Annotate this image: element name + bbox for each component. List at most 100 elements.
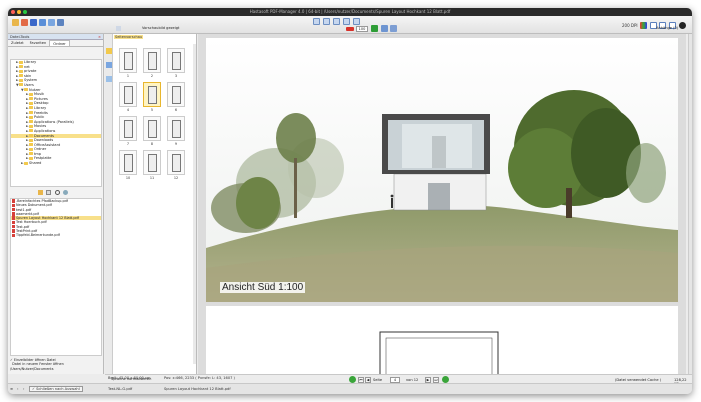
actual-size-icon[interactable]: [333, 18, 340, 25]
zoom-in-icon[interactable]: [371, 25, 378, 32]
folder-icon: [29, 129, 33, 133]
traffic-minimize[interactable]: [17, 10, 21, 14]
rotate-left-icon[interactable]: [343, 18, 350, 25]
zoom-out-icon[interactable]: [346, 27, 354, 31]
bookmarks-tool-icon[interactable]: [106, 62, 112, 68]
folder-icon: [19, 69, 23, 73]
forward-icon[interactable]: [442, 376, 449, 383]
page-thumbnail[interactable]: [119, 116, 137, 141]
refresh-tree-icon[interactable]: [62, 190, 68, 195]
fit-width-icon[interactable]: [313, 18, 320, 25]
close-after-select[interactable]: ✓ Schließen nach Auswahl: [29, 385, 83, 392]
page-thumbnail[interactable]: [119, 48, 137, 73]
tree-item-label: tmp: [34, 151, 42, 156]
first-page-button[interactable]: ⏮: [358, 376, 364, 383]
import-icon[interactable]: [48, 19, 55, 26]
tree-item[interactable]: ► Shared: [11, 161, 101, 166]
tree-item-label: private: [24, 69, 37, 74]
browser-tabs: Zuletzt Favoriten Ordner: [8, 40, 103, 47]
dpi-label[interactable]: 200 DPI: [622, 23, 638, 28]
nav-next-small[interactable]: ›: [23, 387, 24, 391]
thumbnail-number: 4: [126, 108, 130, 112]
folder-icon: [29, 134, 33, 137]
tab-zuletzt[interactable]: Zuletzt: [8, 40, 27, 46]
page-thumbnail[interactable]: [119, 82, 137, 107]
view-checkbox[interactable]: [116, 26, 121, 31]
tab-ordner[interactable]: Ordner: [49, 40, 70, 46]
search-icon[interactable]: [54, 190, 60, 195]
thumbnails-tool-icon[interactable]: [106, 48, 112, 54]
page-thumbnail[interactable]: [143, 82, 161, 107]
traffic-close[interactable]: [11, 10, 15, 14]
tree-item-label: Public: [34, 115, 45, 120]
drawing-caption: Ansicht Süd 1:100: [220, 282, 306, 293]
open-new-window-label: Datei in neuem Fenster öffnen: [12, 362, 64, 367]
thumbnail-number: 10: [125, 176, 131, 180]
back-icon[interactable]: [349, 376, 356, 383]
tab-favoriten[interactable]: Favoriten: [27, 40, 50, 46]
thumbnail-preview: [124, 52, 133, 70]
thumbnail-preview: [148, 120, 157, 138]
anhaenge-label[interactable]: Anhänge (0): [656, 26, 678, 30]
zoom-input[interactable]: 100: [356, 26, 368, 32]
settings-icon[interactable]: [679, 22, 686, 29]
page-thumbnail[interactable]: [119, 150, 137, 175]
folder-icon: [19, 83, 23, 87]
document-scrollbar[interactable]: [688, 34, 692, 374]
pdf-file-icon: [12, 225, 15, 229]
next-page-button[interactable]: ▶: [425, 376, 431, 383]
open-folder-icon[interactable]: [12, 19, 19, 26]
traffic-zoom[interactable]: [23, 10, 27, 14]
rotate-right-icon[interactable]: [353, 18, 360, 25]
thumbnail-preview: [172, 86, 181, 104]
folder-icon: [29, 92, 33, 96]
page-thumbnail[interactable]: [143, 116, 161, 141]
print-icon[interactable]: [381, 25, 388, 32]
thumbnail-number: 11: [149, 176, 155, 180]
page-thumbnail[interactable]: [143, 48, 161, 73]
thumb-scrollbar[interactable]: [193, 44, 196, 364]
thumbnail-preview: [124, 120, 133, 138]
page-thumbnail[interactable]: [167, 116, 185, 141]
pdf-file-icon: [12, 216, 15, 220]
color-mode-icon[interactable]: [640, 22, 647, 29]
page-thumbnail[interactable]: [167, 48, 185, 73]
pdf-file-icon: [12, 212, 15, 216]
add-folder-icon[interactable]: [38, 190, 43, 195]
nav-first-small[interactable]: ≡: [10, 387, 13, 391]
tree-item-label: OfficeAssistant: [34, 142, 61, 147]
tree-item-label: Library: [34, 105, 47, 110]
folder-icon: [24, 161, 28, 165]
file-list-item[interactable]: Tippfeld-Beimerkunde.pdf: [11, 233, 101, 237]
architecture-drawing: [206, 38, 678, 302]
fit-page-icon[interactable]: [323, 18, 330, 25]
folder-icon: [29, 143, 33, 147]
thumbnail-preview: [148, 86, 157, 104]
folder-icon: [19, 65, 23, 69]
main-toolbar: 100 200 DPI: [8, 16, 692, 34]
page-thumbnail[interactable]: [167, 150, 185, 175]
refresh-icon[interactable]: [39, 19, 46, 26]
export-icon[interactable]: [57, 19, 64, 26]
panel-close-icon[interactable]: ×: [98, 34, 101, 40]
nav-prev-small[interactable]: ‹: [17, 387, 18, 391]
page-input[interactable]: 4: [390, 376, 400, 383]
new-file-icon[interactable]: [46, 190, 52, 195]
folder-icon: [29, 147, 33, 151]
thumbnail-preview: [124, 86, 133, 104]
prev-page-button[interactable]: ◀: [365, 376, 371, 383]
page-thumbnail[interactable]: [143, 150, 161, 175]
last-page-button[interactable]: ⏭: [433, 376, 439, 383]
page-thumbnail[interactable]: [167, 82, 185, 107]
recent-files-icon[interactable]: [21, 19, 28, 26]
save-icon[interactable]: [30, 19, 37, 26]
thumbnail-number: 9: [174, 142, 178, 146]
print-settings-icon[interactable]: [390, 25, 397, 32]
notes-tool-icon[interactable]: [106, 76, 112, 82]
pdf-file-icon: [12, 229, 15, 233]
window-title: Hastasoft PDF-Manager 4.0 | 64-bit | /Us…: [249, 9, 451, 14]
thumbnail-number: 2: [150, 74, 154, 78]
side-tool-strip: [105, 34, 113, 374]
folder-icon: [29, 152, 33, 156]
thumb-tab-label[interactable]: Seitenvorschau: [114, 35, 144, 39]
